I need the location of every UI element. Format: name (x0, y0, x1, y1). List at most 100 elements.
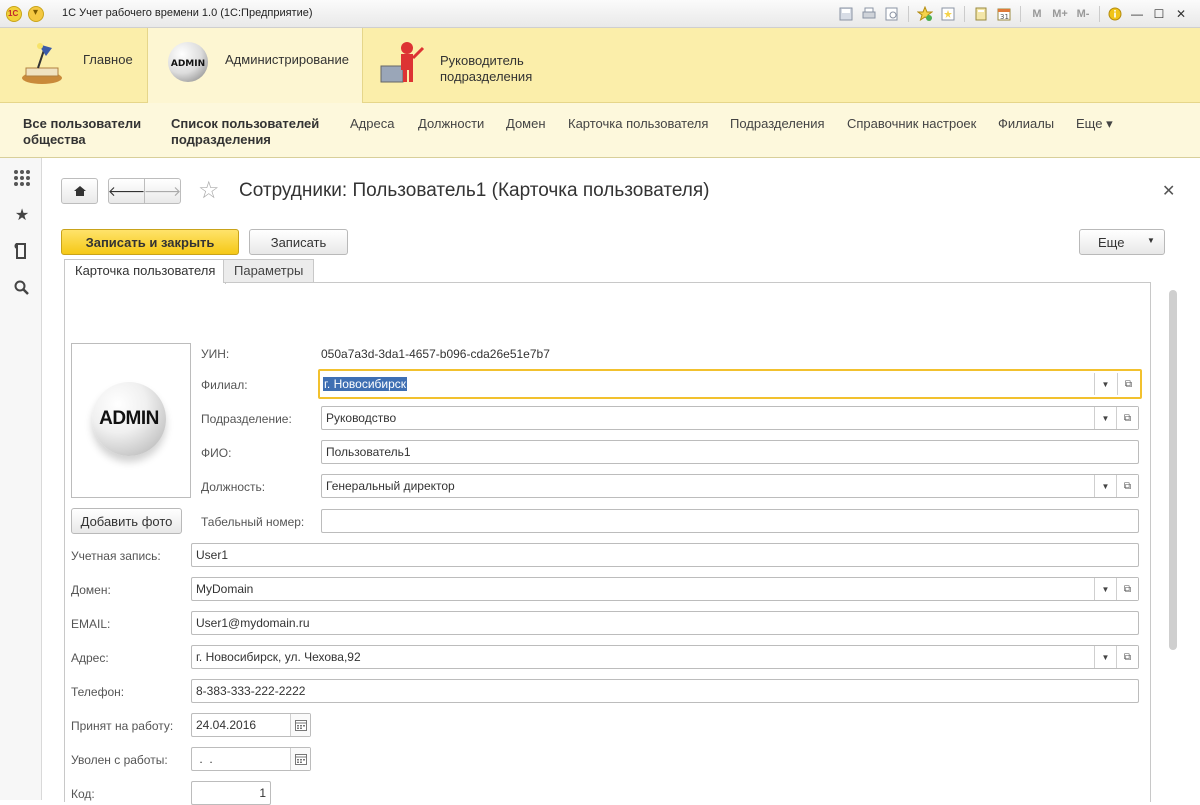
department-dropdown-icon[interactable]: ▼ (1094, 407, 1116, 429)
func-all-users-line2: общества (23, 132, 86, 147)
func-unit-users[interactable]: Список пользователей подразделения (171, 116, 319, 148)
code-label: Код: (71, 787, 95, 801)
save-button[interactable]: Записать (249, 229, 348, 255)
address-open-icon[interactable]: ⧉ (1116, 646, 1138, 668)
func-departments[interactable]: Подразделения (730, 116, 825, 132)
position-value: Генеральный директор (326, 479, 455, 493)
section-label-main: Главное (83, 52, 133, 67)
calendar-icon[interactable] (290, 714, 310, 736)
department-open-icon[interactable]: ⧉ (1116, 407, 1138, 429)
tab-parameters[interactable]: Параметры (223, 259, 315, 283)
position-open-icon[interactable]: ⧉ (1116, 475, 1138, 497)
fired-date-field[interactable]: . . (191, 747, 311, 771)
more-button[interactable]: Еще ▼ (1079, 229, 1165, 255)
email-value: User1@mydomain.ru (196, 616, 310, 630)
domain-open-icon[interactable]: ⧉ (1116, 578, 1138, 600)
calendar-icon[interactable] (290, 748, 310, 770)
form-title: Сотрудники: Пользователь1 (Карточка поль… (239, 180, 710, 201)
fio-value: Пользователь1 (326, 445, 411, 459)
print-icon[interactable] (859, 5, 879, 23)
func-unit-users-line1: Список пользователей (171, 116, 320, 131)
branch-dropdown-icon[interactable]: ▼ (1094, 373, 1116, 395)
favorites-add-icon[interactable] (915, 5, 935, 23)
branch-open-icon[interactable]: ⧉ (1117, 373, 1139, 395)
preview-icon[interactable] (882, 5, 902, 23)
func-all-users[interactable]: Все пользователи общества (23, 116, 141, 148)
title-bar: 1С Учет рабочего времени 1.0 (1С:Предпри… (0, 0, 1200, 28)
func-branches[interactable]: Филиалы (998, 116, 1054, 132)
func-unit-users-line2: подразделения (171, 132, 271, 147)
fired-value: . . (196, 752, 213, 766)
address-label: Адрес: (71, 651, 109, 665)
email-field[interactable]: User1@mydomain.ru (191, 611, 1139, 635)
home-button[interactable] (61, 178, 98, 204)
account-label: Учетная запись: (71, 549, 161, 563)
code-field[interactable]: 1 (191, 781, 271, 805)
history-icon[interactable] (938, 5, 958, 23)
minimize-icon[interactable]: — (1128, 5, 1146, 23)
branch-field[interactable]: г. Новосибирск ▼ ⧉ (318, 369, 1142, 399)
tab-user-card[interactable]: Карточка пользователя (64, 259, 227, 284)
account-value: User1 (196, 548, 229, 562)
domain-field[interactable]: MyDomain ▼ ⧉ (191, 577, 1139, 601)
search-icon[interactable] (11, 277, 33, 299)
memory-mplus-button[interactable]: M+ (1050, 5, 1070, 23)
calendar-icon[interactable]: 31 (994, 5, 1014, 23)
arrow-left-icon: 🡐 (107, 182, 146, 199)
section-main[interactable]: Главное (0, 28, 147, 103)
domain-label: Домен: (71, 583, 111, 597)
user-photo: ADMIN (71, 343, 191, 498)
func-more[interactable]: Еще ▾ (1076, 116, 1113, 132)
close-form-icon[interactable]: ✕ (1162, 181, 1175, 201)
tab-number-field[interactable] (321, 509, 1139, 533)
back-button[interactable]: 🡐 (108, 178, 145, 204)
address-field[interactable]: г. Новосибирск, ул. Чехова,92 ▼ ⧉ (191, 645, 1139, 669)
section-administration[interactable]: ADMIN Администрирование (147, 28, 363, 103)
position-field[interactable]: Генеральный директор ▼ ⧉ (321, 474, 1139, 498)
1c-logo-icon[interactable] (6, 6, 22, 22)
hired-value: 24.04.2016 (196, 718, 257, 732)
email-label: EMAIL: (71, 617, 111, 631)
menu-grid-icon[interactable] (11, 167, 33, 189)
account-field[interactable]: User1 (191, 543, 1139, 567)
fio-field[interactable]: Пользователь1 (321, 440, 1139, 464)
domain-value: MyDomain (196, 582, 254, 596)
forward-button[interactable]: 🡒 (144, 178, 181, 204)
hired-label: Принят на работу: (71, 719, 174, 733)
hired-date-field[interactable]: 24.04.2016 (191, 713, 311, 737)
memory-mminus-button[interactable]: M- (1073, 5, 1093, 23)
domain-dropdown-icon[interactable]: ▼ (1094, 578, 1116, 600)
memory-m-button[interactable]: M (1027, 5, 1047, 23)
favorite-star-icon[interactable]: ☆ (198, 177, 220, 205)
save-and-close-button[interactable]: Записать и закрыть (61, 229, 239, 255)
func-settings-catalog[interactable]: Справочник настроек (847, 116, 976, 132)
address-dropdown-icon[interactable]: ▼ (1094, 646, 1116, 668)
calculator-icon[interactable] (971, 5, 991, 23)
close-window-icon[interactable]: ✕ (1172, 5, 1190, 23)
position-dropdown-icon[interactable]: ▼ (1094, 475, 1116, 497)
function-panel: Все пользователи общества Список пользов… (0, 103, 1200, 158)
titlebar-toolbar: 31 M M+ M- (836, 5, 1126, 23)
fio-label: ФИО: (201, 446, 232, 460)
maximize-icon[interactable]: ☐ (1150, 5, 1168, 23)
manager-icon (377, 38, 427, 88)
avatar-text: ADMIN (99, 408, 159, 429)
func-addresses[interactable]: Адреса (350, 116, 394, 132)
section-label-manager: Руководитель подразделения (440, 53, 532, 85)
history-icon[interactable] (11, 240, 33, 262)
branch-label: Филиал: (201, 378, 248, 392)
add-photo-button[interactable]: Добавить фото (71, 508, 182, 534)
info-icon[interactable] (1106, 5, 1126, 23)
save-icon[interactable] (836, 5, 856, 23)
section-manager[interactable]: Руководитель подразделения (363, 28, 563, 103)
vertical-scrollbar[interactable] (1169, 290, 1177, 650)
func-positions[interactable]: Должности (418, 116, 484, 132)
func-user-card[interactable]: Карточка пользователя (568, 116, 708, 132)
phone-field[interactable]: 8-383-333-222-2222 (191, 679, 1139, 703)
func-domain[interactable]: Домен (506, 116, 546, 132)
favorites-star-icon[interactable]: ★ (11, 204, 33, 226)
chevron-down-icon: ▼ (1147, 236, 1155, 245)
main-menu-icon[interactable] (28, 6, 44, 22)
home-icon (73, 186, 86, 196)
department-field[interactable]: Руководство ▼ ⧉ (321, 406, 1139, 430)
